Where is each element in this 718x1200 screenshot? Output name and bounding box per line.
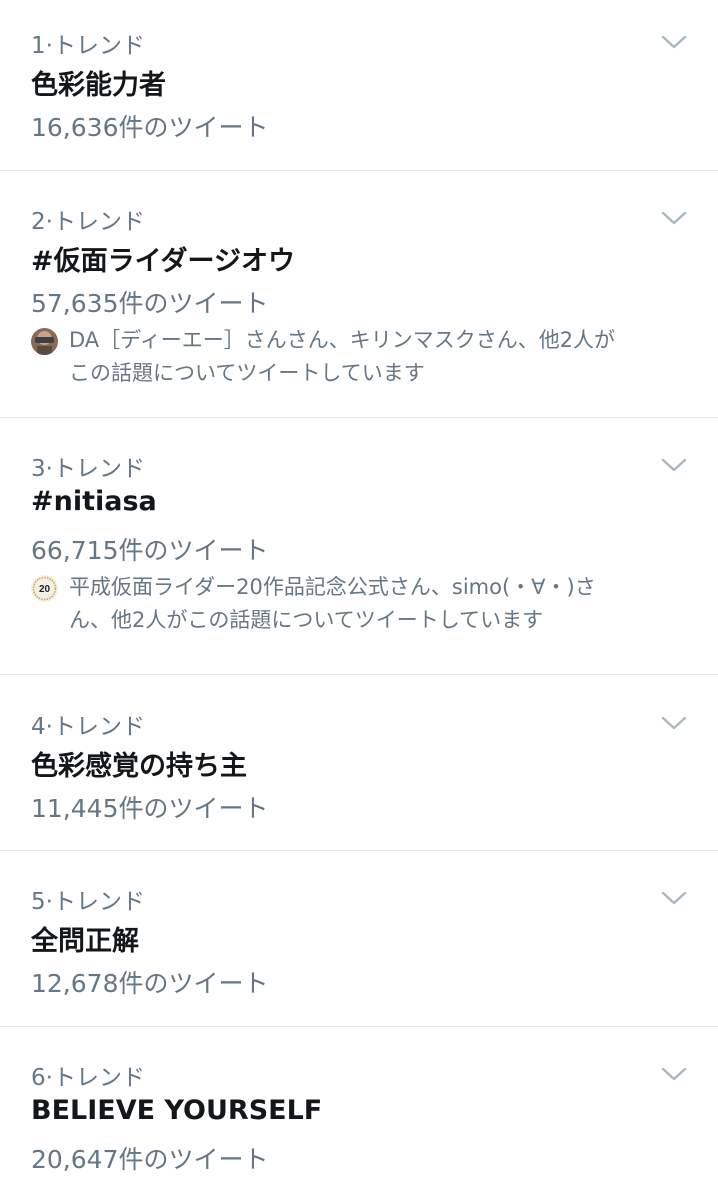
avatar-logo-text: 20 [39, 584, 51, 595]
trend-item-1[interactable]: 1·トレンド 色彩能力者 16,636件のツイート [0, 0, 718, 171]
chevron-down-icon[interactable] [660, 889, 688, 907]
trend-name: 色彩感覚の持ち主 [31, 751, 247, 782]
avatar-logo: 20 [31, 575, 58, 602]
trend-item-2[interactable]: 2·トレンド #仮面ライダージオウ 57,635件のツイート DA［ディーエー］… [0, 171, 718, 418]
trend-name: #仮面ライダージオウ [31, 246, 296, 277]
trend-rank-label: 1·トレンド [31, 33, 145, 59]
trend-name: 色彩能力者 [31, 70, 166, 101]
trend-name: 全問正解 [31, 926, 139, 957]
trend-item-4[interactable]: 4·トレンド 色彩感覚の持ち主 11,445件のツイート [0, 675, 718, 851]
context-text-line-1: 平成仮面ライダー20作品記念公式さん、simo(・∀・)さ [69, 575, 596, 599]
tweet-count: 66,715件のツイート [31, 536, 269, 565]
trend-context: 20 平成仮面ライダー20作品記念公式さん、simo(・∀・)さ ん、他2人がこ… [31, 571, 681, 637]
trend-rank-label: 6·トレンド [31, 1065, 145, 1091]
trend-name: BELIEVE YOURSELF [31, 1095, 323, 1126]
trend-item-5[interactable]: 5·トレンド 全問正解 12,678件のツイート [0, 851, 718, 1027]
context-text-line-2: ん、他2人がこの話題についてツイートしています [69, 608, 544, 632]
trend-rank-label: 2·トレンド [31, 209, 145, 235]
trends-list: 1·トレンド 色彩能力者 16,636件のツイート 2·トレンド #仮面ライダー… [0, 0, 718, 1200]
avatar [31, 328, 58, 355]
trend-rank-label: 5·トレンド [31, 889, 145, 915]
trend-name: #nitiasa [31, 486, 157, 517]
context-text-line-1: DA［ディーエー］さんさん、キリンマスクさん、他2人が [69, 328, 616, 352]
context-text-line-2: この話題についてツイートしています [69, 361, 425, 385]
trend-rank-label: 3·トレンド [31, 456, 145, 482]
tweet-count: 16,636件のツイート [31, 113, 269, 142]
chevron-down-icon[interactable] [660, 1065, 688, 1083]
chevron-down-icon[interactable] [660, 456, 688, 474]
trend-rank-label: 4·トレンド [31, 714, 145, 740]
trend-item-6[interactable]: 6·トレンド BELIEVE YOURSELF 20,647件のツイート [0, 1027, 718, 1200]
tweet-count: 20,647件のツイート [31, 1145, 269, 1174]
trend-item-3[interactable]: 3·トレンド #nitiasa 66,715件のツイート 20 平成仮面ライダー… [0, 418, 718, 675]
tweet-count: 11,445件のツイート [31, 794, 269, 823]
tweet-count: 57,635件のツイート [31, 289, 269, 318]
chevron-down-icon[interactable] [660, 714, 688, 732]
tweet-count: 12,678件のツイート [31, 969, 269, 998]
trend-context: DA［ディーエー］さんさん、キリンマスクさん、他2人が この話題についてツイート… [31, 324, 681, 390]
chevron-down-icon[interactable] [660, 33, 688, 51]
chevron-down-icon[interactable] [660, 209, 688, 227]
